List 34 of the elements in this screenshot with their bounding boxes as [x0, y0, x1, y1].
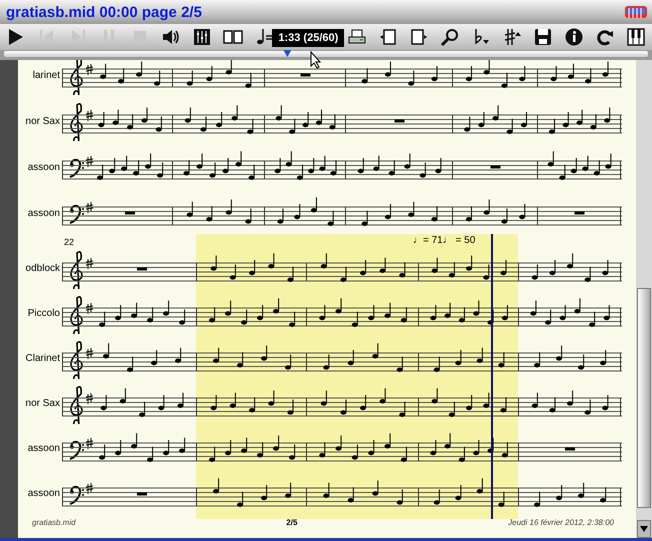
save-icon	[533, 27, 553, 47]
info-icon	[564, 27, 584, 47]
measure-number: 22	[64, 237, 74, 247]
volume-icon	[161, 27, 181, 47]
instrument-label: Clarinet	[24, 353, 61, 364]
app-logo-icon	[624, 4, 648, 20]
zoom-icon	[440, 27, 460, 47]
instrument-label: odblock	[24, 263, 61, 274]
page-next-icon	[409, 27, 429, 47]
piano-icon	[626, 27, 646, 47]
page-number: 2/5	[286, 518, 298, 527]
instrument-label: nor Sax	[24, 398, 61, 409]
instrument-label: nor Sax	[24, 116, 61, 126]
sharp-icon	[502, 27, 522, 47]
instrument-label: assoon	[26, 443, 61, 454]
mixer-icon	[192, 27, 212, 47]
instrument-label: larinet	[32, 70, 61, 80]
slider-thumb[interactable]	[283, 50, 292, 57]
scrollbar-thumb[interactable]	[637, 288, 651, 508]
instrument-label: assoon	[26, 162, 61, 172]
vertical-scrollbar[interactable]	[636, 60, 652, 538]
instrument-label: assoon	[26, 208, 61, 218]
mouse-pointer-icon	[310, 51, 322, 69]
page-prev-icon	[378, 27, 398, 47]
footer-date: Jeudi 16 février 2012, 2:38:00	[508, 518, 614, 527]
window-title: gratiasb.mid 00:00 page 2/5	[6, 4, 202, 20]
footer-filename: gratiasb.mid	[32, 518, 76, 527]
tempo-icon	[254, 27, 274, 47]
down-arrow-icon	[640, 526, 648, 532]
tempo-marking: ♩= 71♩ = 50	[413, 235, 476, 246]
instrument-label: Piccolo	[26, 308, 61, 319]
instrument-label: assoon	[26, 488, 61, 499]
scroll-down-button[interactable]	[637, 520, 651, 538]
time-tooltip: 1:33 (25/60)	[272, 29, 344, 47]
